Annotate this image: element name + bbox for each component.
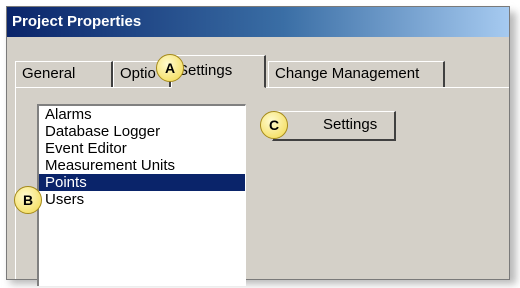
- list-item-alarms[interactable]: Alarms: [39, 106, 245, 123]
- callout-c-marker: C: [260, 111, 288, 139]
- tab-settings[interactable]: Settings: [171, 55, 266, 88]
- list-item-measurement-units[interactable]: Measurement Units: [39, 157, 245, 174]
- callout-a-marker: A: [156, 54, 184, 82]
- list-item-users[interactable]: Users: [39, 191, 245, 208]
- title-bar[interactable]: Project Properties: [7, 7, 509, 37]
- tab-change-management[interactable]: Change Management: [268, 61, 445, 87]
- settings-button[interactable]: Settings: [272, 111, 396, 141]
- list-item-database-logger[interactable]: Database Logger: [39, 123, 245, 140]
- list-item-points[interactable]: Points: [39, 174, 245, 191]
- list-item-event-editor[interactable]: Event Editor: [39, 140, 245, 157]
- settings-category-list[interactable]: Alarms Database Logger Event Editor Meas…: [37, 104, 246, 286]
- callout-b-marker: B: [14, 186, 42, 214]
- window-title: Project Properties: [12, 13, 142, 30]
- tab-general[interactable]: General: [15, 61, 113, 87]
